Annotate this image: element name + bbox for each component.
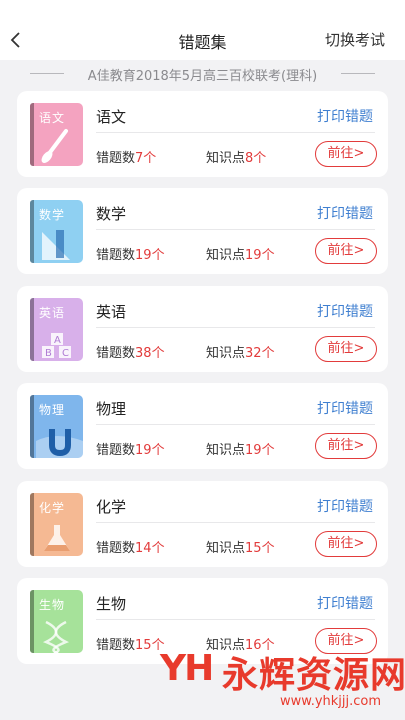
svg-text:C: C xyxy=(62,348,69,359)
cover-title: 语文 xyxy=(39,111,66,125)
go-button[interactable]: 前往> xyxy=(315,141,377,167)
divider-line-right xyxy=(341,73,375,74)
wrong-count: 错题数15个 xyxy=(96,638,165,653)
go-button[interactable]: 前往> xyxy=(315,531,377,557)
divider xyxy=(96,132,375,133)
navigation-bar: 错题集 切换考试 xyxy=(0,0,405,60)
subject-card-chinese[interactable]: 语文 语文 打印错题 错题数7个 知识点8个 前往> xyxy=(17,91,388,177)
subject-name: 英语 xyxy=(96,303,127,321)
subject-card-english[interactable]: A B C 英语 英语 打印错题 错题数38个 知识点32个 前往> xyxy=(17,286,388,372)
exam-name-banner: A佳教育2018年5月高三百校联考(理科) xyxy=(0,62,405,86)
subject-card-chemistry[interactable]: 化学 化学 打印错题 错题数14个 知识点15个 前往> xyxy=(17,481,388,567)
watermark-logo: YH xyxy=(160,648,214,689)
print-errors-link[interactable]: 打印错题 xyxy=(317,496,373,516)
subject-cover: A B C 英语 xyxy=(30,298,83,361)
print-errors-link[interactable]: 打印错题 xyxy=(317,203,373,223)
print-errors-link[interactable]: 打印错题 xyxy=(317,593,373,613)
divider xyxy=(96,229,375,230)
knowledge-point-count: 知识点19个 xyxy=(206,443,275,458)
subject-name: 物理 xyxy=(96,400,127,418)
subject-cover: 语文 xyxy=(30,103,83,166)
print-errors-link[interactable]: 打印错题 xyxy=(317,301,373,321)
subject-cover: 物理 xyxy=(30,395,83,458)
knowledge-point-count: 知识点32个 xyxy=(206,346,275,361)
go-button[interactable]: 前往> xyxy=(315,336,377,362)
watermark: YH 永辉资源网 www.yhkjjj.com xyxy=(158,640,405,716)
divider xyxy=(96,619,375,620)
knowledge-point-count: 知识点19个 xyxy=(206,248,275,263)
switch-exam-button[interactable]: 切换考试 xyxy=(325,29,385,50)
cover-title: 数学 xyxy=(39,208,66,222)
subject-cover: 化学 xyxy=(30,493,83,556)
svg-text:B: B xyxy=(45,348,52,359)
exam-name: A佳教育2018年5月高三百校联考(理科) xyxy=(87,69,318,84)
knowledge-point-count: 知识点8个 xyxy=(206,151,267,166)
print-errors-link[interactable]: 打印错题 xyxy=(317,398,373,418)
subject-card-math[interactable]: 数学 数学 打印错题 错题数19个 知识点19个 前往> xyxy=(17,188,388,274)
cover-title: 生物 xyxy=(39,598,66,612)
wrong-count: 错题数19个 xyxy=(96,443,165,458)
go-button[interactable]: 前往> xyxy=(315,238,377,264)
watermark-url: www.yhkjjj.com xyxy=(280,694,382,709)
cover-title: 英语 xyxy=(39,306,66,320)
cover-title: 化学 xyxy=(39,501,66,515)
wrong-count: 错题数19个 xyxy=(96,248,165,263)
print-errors-link[interactable]: 打印错题 xyxy=(317,106,373,126)
subject-cover: 生物 xyxy=(30,590,83,653)
subject-card-physics[interactable]: 物理 物理 打印错题 错题数19个 知识点19个 前往> xyxy=(17,383,388,469)
wrong-count: 错题数7个 xyxy=(96,151,157,166)
cover-title: 物理 xyxy=(39,403,66,417)
subject-cover: 数学 xyxy=(30,200,83,263)
subject-name: 数学 xyxy=(96,205,127,223)
watermark-name: 永辉资源网 xyxy=(222,655,405,696)
wrong-count: 错题数14个 xyxy=(96,541,165,556)
subject-name: 化学 xyxy=(96,498,127,516)
go-button[interactable]: 前往> xyxy=(315,433,377,459)
subject-name: 生物 xyxy=(96,595,127,613)
subject-name: 语文 xyxy=(96,108,127,126)
wrong-count: 错题数38个 xyxy=(96,346,165,361)
divider xyxy=(96,424,375,425)
svg-text:A: A xyxy=(54,335,61,346)
knowledge-point-count: 知识点15个 xyxy=(206,541,275,556)
divider xyxy=(96,522,375,523)
divider xyxy=(96,327,375,328)
